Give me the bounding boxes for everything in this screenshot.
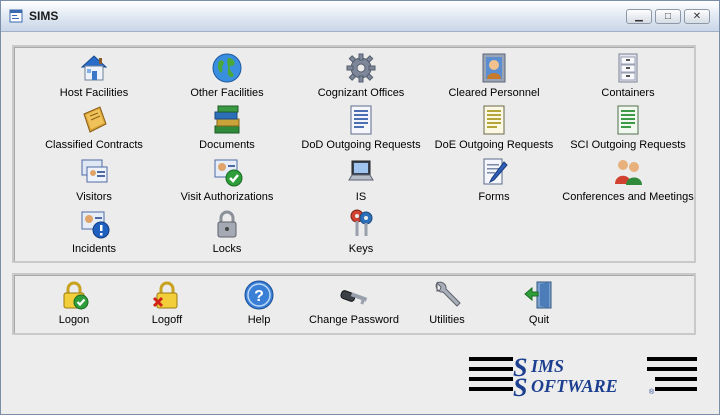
- module-label: Locks: [212, 243, 242, 255]
- maximize-button[interactable]: □: [655, 9, 681, 24]
- gear-icon: [346, 53, 376, 83]
- action-label: Utilities: [429, 314, 465, 326]
- module-classified-contracts[interactable]: Classified Contracts: [34, 104, 154, 151]
- notebook-icon: [83, 106, 107, 133]
- change-password-button[interactable]: Change Password: [299, 279, 409, 326]
- svg-text:?: ?: [254, 288, 264, 305]
- module-label: Classified Contracts: [45, 139, 143, 151]
- padlock-icon: [217, 210, 237, 238]
- close-icon: ✕: [692, 11, 702, 22]
- window-title: SIMS: [29, 9, 59, 23]
- module-visit-authorizations[interactable]: Visit Authorizations: [167, 156, 287, 203]
- module-label: Visit Authorizations: [180, 191, 274, 203]
- module-cleared-personnel[interactable]: Cleared Personnel: [434, 52, 554, 99]
- help-button[interactable]: ? Help: [219, 279, 299, 326]
- module-locks[interactable]: Locks: [167, 208, 287, 255]
- module-label: Keys: [348, 243, 374, 255]
- person-portrait-icon: [482, 53, 506, 83]
- yellow-document-icon: [483, 105, 505, 135]
- keys-icon: [350, 209, 373, 236]
- module-dod-outgoing-requests[interactable]: DoD Outgoing Requests: [291, 104, 431, 151]
- house-icon: [80, 55, 108, 81]
- quit-button[interactable]: Quit: [499, 279, 579, 326]
- close-button[interactable]: ✕: [684, 9, 710, 24]
- help-icon: ?: [244, 280, 274, 310]
- utilities-button[interactable]: Utilities: [407, 279, 487, 326]
- action-label: Help: [247, 314, 271, 326]
- module-label: Cleared Personnel: [448, 87, 540, 99]
- module-is[interactable]: IS: [301, 156, 421, 203]
- lock-x-icon: [152, 281, 178, 309]
- visitor-badges-icon: [81, 159, 108, 183]
- svg-text:IMS: IMS: [530, 356, 564, 376]
- svg-text:®: ®: [649, 388, 655, 396]
- badge-check-icon: [214, 159, 243, 187]
- module-host-facilities[interactable]: Host Facilities: [34, 52, 154, 99]
- module-conferences-and-meetings[interactable]: Conferences and Meetings: [558, 156, 698, 203]
- module-incidents[interactable]: Incidents: [34, 208, 154, 255]
- svg-text:S: S: [513, 373, 527, 398]
- action-label: Logon: [58, 314, 90, 326]
- globe-icon: [212, 53, 242, 83]
- laptop-icon: [348, 160, 374, 181]
- module-doe-outgoing-requests[interactable]: DoE Outgoing Requests: [424, 104, 564, 151]
- app-window-icon: [9, 9, 23, 23]
- modules-panel: Host Facilities Other Facilities Cogniza…: [12, 45, 696, 263]
- module-visitors[interactable]: Visitors: [34, 156, 154, 203]
- lock-check-icon: [63, 281, 89, 310]
- module-label: Forms: [478, 191, 510, 203]
- module-containers[interactable]: Containers: [568, 52, 688, 99]
- actions-panel: Logon Logoff ? Help Change Password Util…: [12, 273, 696, 335]
- module-keys[interactable]: Keys: [301, 208, 421, 255]
- module-cognizant-offices[interactable]: Cognizant Offices: [301, 52, 421, 99]
- module-label: DoD Outgoing Requests: [301, 139, 421, 151]
- module-label: SCI Outgoing Requests: [570, 139, 686, 151]
- action-label: Logoff: [151, 314, 183, 326]
- module-forms[interactable]: Forms: [434, 156, 554, 203]
- svg-text:OFTWARE: OFTWARE: [531, 376, 618, 396]
- module-label: DoE Outgoing Requests: [434, 139, 554, 151]
- module-label: Documents: [199, 139, 255, 151]
- module-label: Cognizant Offices: [317, 87, 405, 99]
- module-label: Host Facilities: [59, 87, 129, 99]
- blue-document-icon: [350, 105, 372, 135]
- logon-button[interactable]: Logon: [34, 279, 114, 326]
- book-stack-icon: [214, 105, 240, 134]
- app-window: SIMS ▁ □ ✕ Host Facilities Other Facilit…: [0, 0, 720, 415]
- module-documents[interactable]: Documents: [167, 104, 287, 151]
- module-other-facilities[interactable]: Other Facilities: [167, 52, 287, 99]
- badge-alert-icon: [81, 211, 110, 239]
- minimize-icon: ▁: [635, 11, 643, 22]
- green-document-icon: [617, 105, 639, 135]
- wrench-icon: [435, 281, 461, 307]
- module-label: Containers: [601, 87, 655, 99]
- module-label: Visitors: [76, 191, 112, 203]
- action-label: Quit: [528, 314, 550, 326]
- logoff-button[interactable]: Logoff: [127, 279, 207, 326]
- action-label: Change Password: [309, 314, 399, 326]
- module-label: Other Facilities: [190, 87, 264, 99]
- minimize-button[interactable]: ▁: [626, 9, 652, 24]
- module-label: IS: [355, 191, 367, 203]
- module-sci-outgoing-requests[interactable]: SCI Outgoing Requests: [558, 104, 698, 151]
- file-cabinet-icon: [618, 53, 638, 83]
- sims-software-logo: S IMS S OFTWARE ®: [469, 354, 697, 398]
- maximize-icon: □: [664, 11, 672, 22]
- people-icon: [615, 160, 642, 185]
- form-pencil-icon: [483, 158, 508, 185]
- module-label: Conferences and Meetings: [562, 191, 694, 203]
- exit-door-icon: [524, 281, 552, 309]
- title-bar[interactable]: SIMS ▁ □ ✕: [1, 1, 719, 32]
- module-label: Incidents: [71, 243, 117, 255]
- key-icon: [340, 290, 368, 305]
